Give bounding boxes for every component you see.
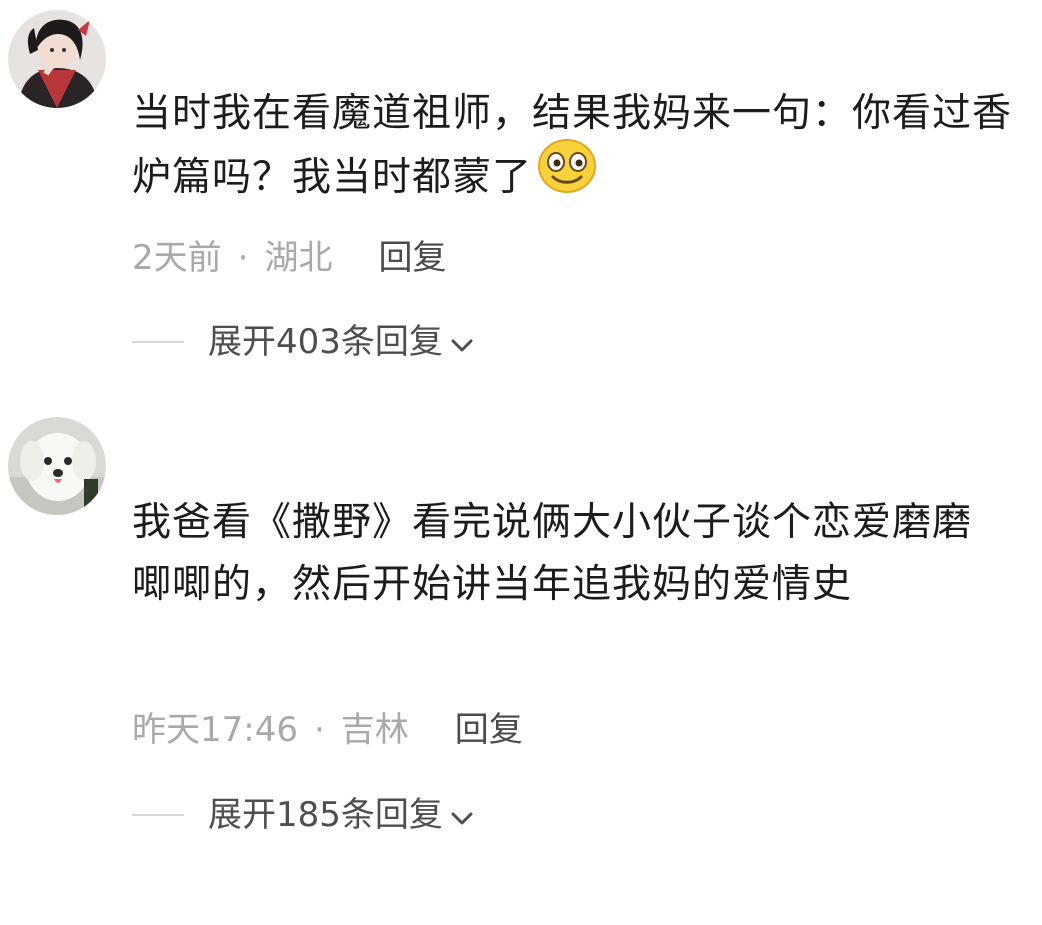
meta-separator: · [237,238,249,278]
user-avatar[interactable] [8,417,106,515]
white-dog-avatar-icon [8,417,106,515]
reply-button[interactable]: 回复 [455,710,523,750]
comment-location: 湖北 [264,238,333,278]
comment-meta: 2天前 · 湖北 回复 [132,238,446,278]
comment-time: 2天前 [132,238,222,278]
divider-line [132,341,184,343]
comment-meta: 昨天17:46 · 吉林 回复 [132,710,523,750]
expand-replies-button[interactable]: 展开185条回复 [132,795,473,835]
user-avatar[interactable] [8,10,106,108]
comment-text: 我爸看《撒野》看完说俩大小伙子谈个恋爱磨磨唧唧的，然后开始讲当年追我妈的爱情史 [132,492,1008,616]
expand-replies-label: 展开185条回复 [208,795,443,835]
divider-line [132,814,184,816]
comment-time: 昨天17:46 [132,710,298,750]
comment-text: 当时我在看魔道祖师，结果我妈来一句：你看过香炉篇吗？我当时都蒙了 [132,83,1012,214]
chevron-down-icon [451,795,473,835]
smiling-face-emoji-icon [536,137,598,214]
meta-separator: · [313,710,325,750]
comment-location: 吉林 [340,710,409,750]
chevron-down-icon [451,322,473,362]
expand-replies-button[interactable]: 展开403条回复 [132,322,473,362]
anime-character-avatar-icon [8,10,106,108]
reply-button[interactable]: 回复 [378,238,446,278]
comment-body: 我爸看《撒野》看完说俩大小伙子谈个恋爱磨磨唧唧的，然后开始讲当年追我妈的爱情史 [132,500,973,607]
expand-replies-label: 展开403条回复 [208,322,443,362]
